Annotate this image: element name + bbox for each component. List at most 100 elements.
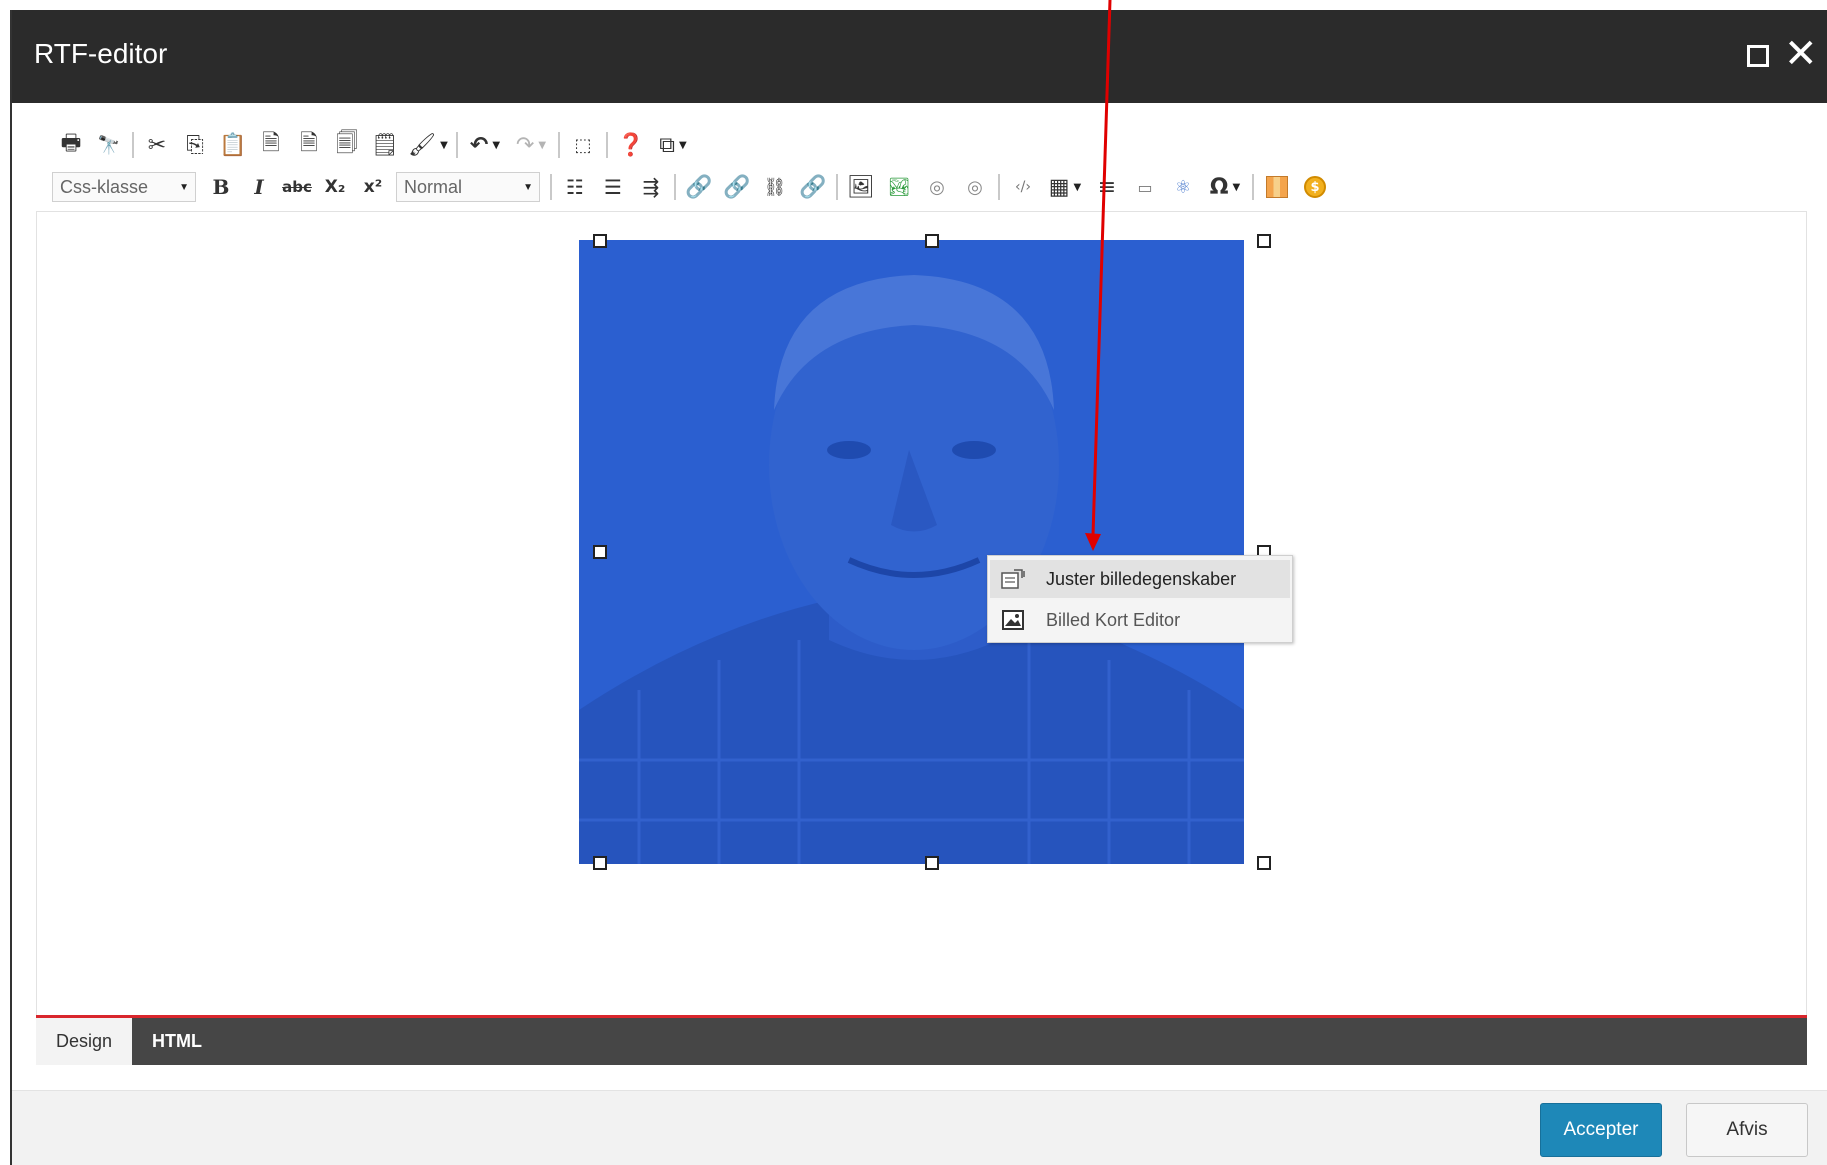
paragraph-format-select[interactable]: Normal ▼ — [396, 172, 540, 202]
editor-mode-tabs: Design HTML — [36, 1015, 1807, 1065]
unlink-icon[interactable]: 🔗 — [794, 170, 832, 204]
page: RTF-editor ✕ 🖶 🔭 ✂ ⎘ 📋 🗎 🗎 🗐 🗒 🖌 ▼ ↶ ▼ ↷… — [0, 0, 1827, 1165]
insert-chart-icon[interactable]: ⚛ — [1164, 170, 1202, 204]
snippets-button[interactable]: ⧉ ▼ — [650, 128, 696, 162]
dialog-title: RTF-editor — [34, 38, 168, 69]
toolbar-separator — [456, 132, 458, 158]
undo-button[interactable]: ↶ ▼ — [462, 128, 508, 162]
insert-snippet-icon[interactable]: ‹/› — [1004, 170, 1042, 204]
resize-handle-ne[interactable] — [1257, 234, 1271, 248]
maximize-icon — [1747, 45, 1769, 67]
print-icon[interactable]: 🖶 — [52, 128, 90, 162]
table-icon: ▦ — [1048, 174, 1070, 200]
close-button[interactable]: ✕ — [1782, 32, 1818, 76]
special-character-button[interactable]: Ω ▼ — [1202, 170, 1248, 204]
toolbar-separator — [836, 174, 838, 200]
image-context-menu: Juster billedegenskaber Billed Kort Edit… — [987, 555, 1293, 643]
insert-link-icon[interactable]: 🔗 — [680, 170, 718, 204]
toolbar-separator — [1252, 174, 1254, 200]
toolbar-row-2: Css-klasse ▼ B I abc X₂ x² Normal ▼ ☷ ☰ … — [52, 168, 1334, 206]
paste-html-icon[interactable]: 🗒 — [366, 128, 404, 162]
insert-flash-icon[interactable]: ◎ — [918, 170, 956, 204]
chevron-down-icon: ▼ — [1232, 181, 1241, 193]
find-icon[interactable]: 🔭 — [90, 128, 128, 162]
toolbar-separator — [606, 132, 608, 158]
toolbar-separator — [550, 174, 552, 200]
image-map-icon — [1000, 609, 1026, 631]
toolbar-row-1: 🖶 🔭 ✂ ⎘ 📋 🗎 🗎 🗐 🗒 🖌 ▼ ↶ ▼ ↷ ▼ ⬚ ❓ ⧉ ▼ — [52, 126, 696, 164]
toolbar-separator — [674, 174, 676, 200]
italic-button[interactable]: I — [240, 170, 278, 204]
paragraph-align-icon[interactable]: ≡ — [1088, 170, 1126, 204]
chevron-down-icon: ▼ — [679, 139, 687, 151]
menu-item-label: Billed Kort Editor — [1046, 609, 1181, 630]
cut-icon[interactable]: ✂ — [138, 128, 176, 162]
maximize-button[interactable] — [1740, 38, 1776, 74]
menu-item-label: Juster billedegenskaber — [1046, 568, 1237, 589]
dialog-footer: Accepter Afvis — [12, 1090, 1827, 1165]
insert-table-button[interactable]: ▦ ▼ — [1042, 170, 1088, 204]
menu-item-image-map-editor[interactable]: Billed Kort Editor — [990, 601, 1290, 639]
reject-button[interactable]: Afvis — [1686, 1103, 1808, 1157]
insert-media-icon[interactable]: 🏞 — [880, 170, 918, 204]
resize-handle-nw[interactable] — [593, 234, 607, 248]
css-class-select[interactable]: Css-klasse ▼ — [52, 172, 196, 202]
paste-icon[interactable]: 📋 — [214, 128, 252, 162]
undo-icon: ↶ — [469, 132, 489, 158]
redo-icon: ↷ — [515, 132, 535, 158]
chevron-down-icon: ▼ — [1073, 181, 1082, 193]
tab-html[interactable]: HTML — [132, 1018, 222, 1065]
help-icon[interactable]: ❓ — [612, 128, 650, 162]
resize-handle-sw[interactable] — [593, 856, 607, 870]
dialog-titlebar: RTF-editor ✕ — [12, 10, 1827, 103]
toolbar-separator — [558, 132, 560, 158]
snippets-icon: ⧉ — [659, 132, 675, 158]
rtf-editor-dialog: RTF-editor ✕ 🖶 🔭 ✂ ⎘ 📋 🗎 🗎 🗐 🗒 🖌 ▼ ↶ ▼ ↷… — [10, 10, 1827, 1165]
ordered-list-icon[interactable]: ☷ — [556, 170, 594, 204]
insert-image-icon[interactable]: 🖼 — [842, 170, 880, 204]
placeholder-blocks-icon — [1266, 176, 1288, 198]
subscript-button[interactable]: X₂ — [316, 170, 354, 204]
menu-item-image-properties[interactable]: Juster billedegenskaber — [990, 560, 1290, 598]
image-properties-icon — [1000, 568, 1026, 590]
insert-placeholder-icon[interactable] — [1258, 170, 1296, 204]
resize-handle-s[interactable] — [925, 856, 939, 870]
format-stripper-button[interactable]: 🖌 ▼ — [404, 128, 452, 162]
unordered-list-icon[interactable]: ☰ — [594, 170, 632, 204]
redo-button[interactable]: ↷ ▼ — [508, 128, 554, 162]
resize-handle-w[interactable] — [593, 545, 607, 559]
paste-word-clean-icon[interactable]: 🗎 — [290, 128, 328, 162]
format-stripper-icon: 🖌 — [408, 132, 437, 158]
chevron-down-icon: ▼ — [440, 139, 448, 151]
chevron-down-icon: ▼ — [179, 181, 189, 193]
insert-video-icon[interactable]: ◎ — [956, 170, 994, 204]
select-all-icon[interactable]: ⬚ — [564, 128, 602, 162]
resize-handle-se[interactable] — [1257, 856, 1271, 870]
horizontal-rule-icon[interactable]: ▭ — [1126, 170, 1164, 204]
toolbar-separator — [132, 132, 134, 158]
chevron-down-icon: ▼ — [538, 139, 547, 151]
email-link-icon[interactable]: ⛓ — [756, 170, 794, 204]
paragraph-format-value: Normal — [404, 176, 463, 197]
superscript-button[interactable]: x² — [354, 170, 392, 204]
bold-button[interactable]: B — [202, 170, 240, 204]
paste-word-icon[interactable]: 🗎 — [252, 128, 290, 162]
portrait-photo — [579, 240, 1244, 864]
coin-icon: $ — [1304, 176, 1326, 198]
indent-icon[interactable]: ⇶ — [632, 170, 670, 204]
omega-icon: Ω — [1209, 174, 1229, 200]
css-class-select-value: Css-klasse — [60, 176, 149, 197]
chevron-down-icon: ▼ — [492, 139, 501, 151]
insert-anchor-link-icon[interactable]: 🔗 — [718, 170, 756, 204]
selected-image[interactable] — [579, 240, 1244, 864]
chevron-down-icon: ▼ — [523, 181, 533, 193]
paste-text-icon[interactable]: 🗐 — [328, 128, 366, 162]
tab-design[interactable]: Design — [36, 1018, 132, 1065]
close-icon: ✕ — [1784, 31, 1818, 77]
toolbar-separator — [998, 174, 1000, 200]
accept-button[interactable]: Accepter — [1540, 1103, 1662, 1157]
resize-handle-n[interactable] — [925, 234, 939, 248]
strikethrough-button[interactable]: abc — [278, 170, 316, 204]
spell-check-icon[interactable]: $ — [1296, 170, 1334, 204]
copy-icon[interactable]: ⎘ — [176, 128, 214, 162]
